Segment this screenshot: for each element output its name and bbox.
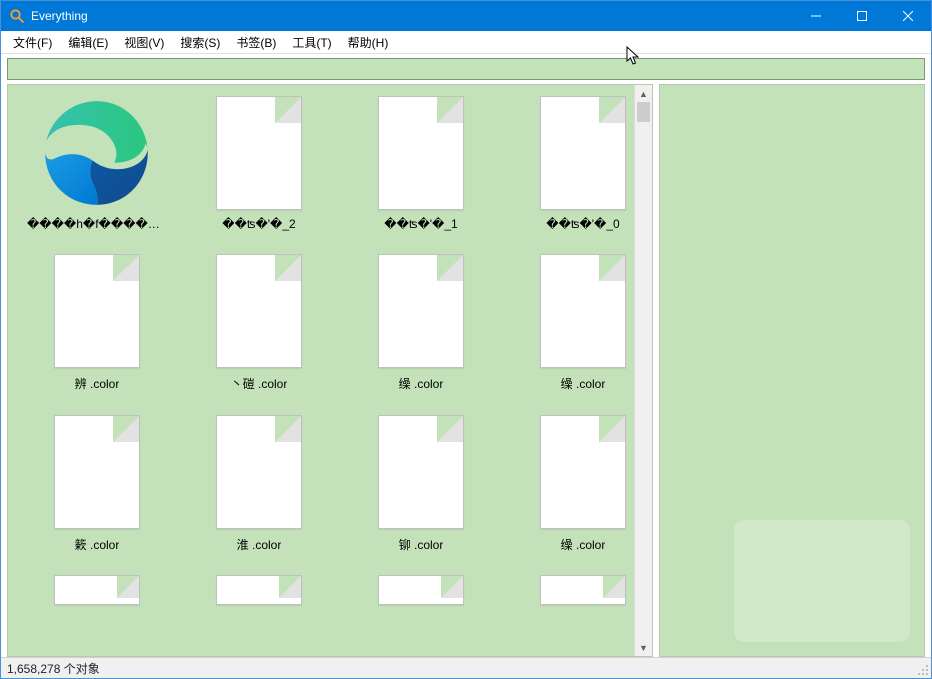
titlebar[interactable]: Everything (1, 1, 931, 31)
file-icon (367, 575, 475, 603)
results-shell: ����h�f���������.... ��ʦ�'�_2 ��ʦ�'�_1 ��ʦ�… (7, 84, 653, 657)
result-item[interactable]: 淮 .color (184, 414, 334, 553)
result-item[interactable]: ����h�f���������.... (22, 95, 172, 231)
result-item[interactable]: ��ʦ�'�_2 (184, 95, 334, 231)
menu-search[interactable]: 搜索(S) (172, 32, 228, 53)
result-item-label: 缲 .color (561, 375, 606, 392)
menu-view[interactable]: 视图(V) (116, 32, 172, 53)
result-item[interactable] (22, 575, 172, 603)
result-item-label: 缲 .color (399, 375, 444, 392)
minimize-button[interactable] (793, 1, 839, 31)
searchbar-container (1, 54, 931, 84)
result-item[interactable] (346, 575, 496, 603)
maximize-button[interactable] (839, 1, 885, 31)
result-item[interactable]: 簌 .color (22, 414, 172, 553)
result-item[interactable]: 辨 .color (22, 253, 172, 392)
edge-icon (43, 95, 151, 211)
file-icon (529, 575, 634, 603)
result-item-label: 缲 .color (561, 536, 606, 553)
statusbar: 1,658,278 个对象 (1, 657, 931, 678)
result-item-label: 辨 .color (75, 375, 120, 392)
scroll-track[interactable] (635, 102, 652, 639)
file-icon (367, 414, 475, 530)
menu-file[interactable]: 文件(F) (5, 32, 60, 53)
result-item[interactable] (184, 575, 334, 603)
result-item-label: 丶磑 .color (231, 375, 288, 392)
app-icon (9, 8, 25, 24)
scroll-thumb[interactable] (637, 102, 650, 122)
results-vertical-scrollbar[interactable]: ▲ ▼ (634, 85, 652, 656)
result-item-label: 淮 .color (237, 536, 282, 553)
results-pane[interactable]: ����h�f���������.... ��ʦ�'�_2 ��ʦ�'�_1 ��ʦ�… (8, 85, 634, 656)
file-icon (529, 253, 634, 369)
result-item[interactable]: ��ʦ�'�_0 (508, 95, 634, 231)
scroll-up-button[interactable]: ▲ (635, 85, 652, 102)
menubar: 文件(F) 编辑(E) 视图(V) 搜索(S) 书签(B) 工具(T) 帮助(H… (1, 31, 931, 54)
search-input[interactable] (7, 58, 925, 80)
resize-grip[interactable] (917, 664, 929, 676)
file-icon (529, 95, 634, 211)
file-icon (367, 95, 475, 211)
file-icon (529, 414, 634, 530)
result-item[interactable] (508, 575, 634, 603)
file-icon (43, 575, 151, 603)
result-item[interactable]: 缲 .color (508, 253, 634, 392)
file-icon (205, 575, 313, 603)
result-item[interactable]: 铆 .color (346, 414, 496, 553)
menu-tools[interactable]: 工具(T) (284, 32, 339, 53)
window-title: Everything (31, 9, 88, 23)
menu-help[interactable]: 帮助(H) (340, 32, 397, 53)
file-icon (43, 253, 151, 369)
result-item-label: ��ʦ�'�_1 (384, 217, 457, 231)
menu-edit[interactable]: 编辑(E) (60, 32, 116, 53)
file-icon (205, 253, 313, 369)
result-item-label: 簌 .color (75, 536, 120, 553)
scroll-down-button[interactable]: ▼ (635, 639, 652, 656)
result-item[interactable]: 丶磑 .color (184, 253, 334, 392)
result-item-label: ��ʦ�'�_0 (546, 217, 619, 231)
preview-pane (659, 84, 925, 657)
statusbar-object-count: 1,658,278 个对象 (7, 660, 100, 677)
result-item[interactable]: ��ʦ�'�_1 (346, 95, 496, 231)
preview-placeholder (734, 520, 910, 642)
result-item[interactable]: 缲 .color (346, 253, 496, 392)
result-item-label: ��ʦ�'�_2 (222, 217, 295, 231)
file-icon (43, 414, 151, 530)
file-icon (205, 414, 313, 530)
result-item-label: ����h�f���������.... (27, 217, 167, 231)
client-area: ����h�f���������.... ��ʦ�'�_2 ��ʦ�'�_1 ��ʦ�… (1, 84, 931, 657)
menu-bookmarks[interactable]: 书签(B) (228, 32, 284, 53)
close-button[interactable] (885, 1, 931, 31)
app-window: Everything 文件(F) 编辑(E) 视图(V) 搜索(S) 书签(B)… (0, 0, 932, 679)
result-item-label: 铆 .color (399, 536, 444, 553)
result-item[interactable]: 缲 .color (508, 414, 634, 553)
file-icon (205, 95, 313, 211)
file-icon (367, 253, 475, 369)
